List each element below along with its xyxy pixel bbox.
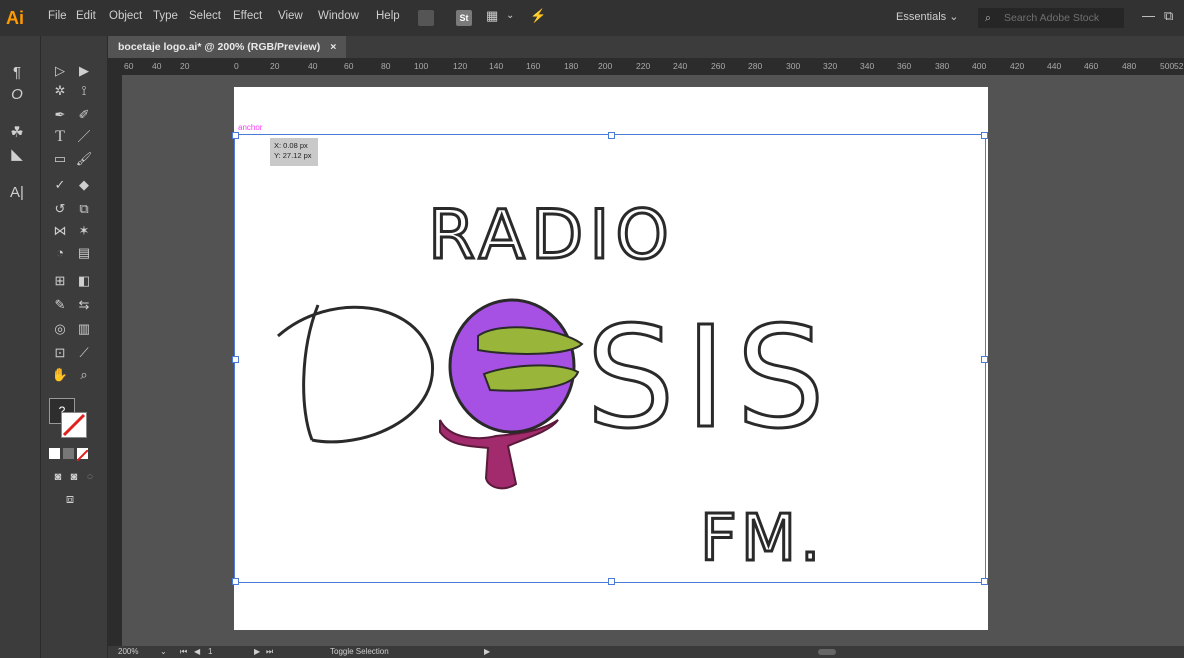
selection-bounding-box[interactable] [232, 132, 988, 585]
coordinate-tooltip: X: 0.08 px Y: 27.12 px [270, 138, 318, 166]
resize-handle[interactable] [981, 132, 988, 139]
horizontal-scrollbar-thumb[interactable] [818, 649, 836, 655]
resize-handle[interactable] [232, 578, 239, 585]
status-menu-icon[interactable]: ▶ [484, 646, 490, 658]
resize-handle[interactable] [981, 356, 988, 363]
resize-handle[interactable] [981, 578, 988, 585]
resize-handle[interactable] [608, 132, 615, 139]
resize-handle[interactable] [232, 132, 239, 139]
first-artboard-icon[interactable]: ⏮ [180, 646, 187, 658]
resize-handle[interactable] [608, 578, 615, 585]
resize-handle[interactable] [232, 356, 239, 363]
tooltip-y: Y: 27.12 px [274, 151, 312, 160]
tooltip-x: X: 0.08 px [274, 141, 308, 150]
status-bar: 200% ⌄ ⏮ ◀ 1 ▶ ⏭ Toggle Selection ▶ [108, 646, 1184, 658]
zoom-level-field[interactable]: 200% [118, 646, 138, 658]
last-artboard-icon[interactable]: ⏭ [266, 646, 273, 658]
previous-artboard-icon[interactable]: ◀ [194, 646, 200, 658]
anchor-smart-guide-label: anchor [238, 123, 263, 132]
next-artboard-icon[interactable]: ▶ [254, 646, 260, 658]
status-text: Toggle Selection [330, 647, 389, 656]
chevron-down-icon[interactable]: ⌄ [160, 646, 167, 658]
artboard-number-field[interactable]: 1 [208, 646, 212, 658]
